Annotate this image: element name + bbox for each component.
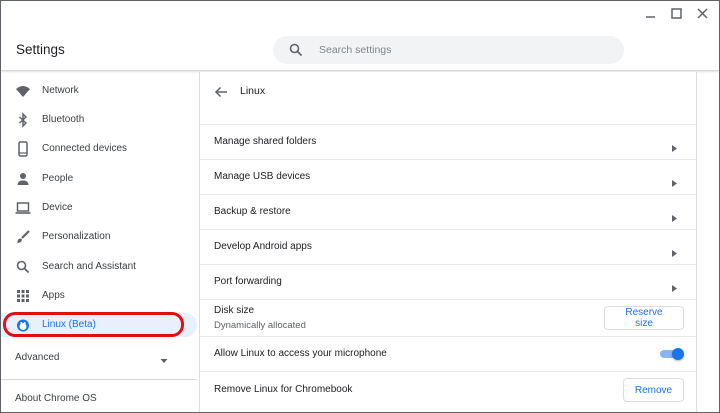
row-label: Port forwarding — [214, 276, 282, 287]
advanced-toggle[interactable]: Advanced — [1, 348, 197, 370]
sidebar-item-label: Bluetooth — [42, 114, 85, 125]
sidebar: Network Bluetooth Connected devices Peop… — [1, 72, 197, 412]
search-icon — [289, 43, 303, 57]
sidebar-item-label: Network — [42, 85, 79, 96]
sidebar-item-device[interactable]: Device — [1, 196, 197, 220]
row-manage-shared-folders[interactable]: Manage shared folders — [200, 124, 696, 159]
sidebar-item-connected-devices[interactable]: Connected devices — [1, 137, 197, 161]
arrow-right-icon — [672, 139, 678, 152]
row-develop-android-apps[interactable]: Develop Android apps — [200, 229, 696, 264]
row-disk-size: Disk size Dynamically allocated Reserve … — [200, 299, 696, 336]
minimize-icon[interactable] — [644, 7, 657, 20]
row-microphone: Allow Linux to access your microphone — [200, 336, 696, 371]
sidebar-divider — [1, 379, 197, 380]
arrow-right-icon — [672, 174, 678, 187]
app-title: Settings — [16, 42, 65, 57]
page-header: Linux — [200, 72, 698, 124]
sidebar-item-bluetooth[interactable]: Bluetooth — [1, 108, 197, 132]
reserve-size-button[interactable]: Reserve size — [604, 306, 684, 330]
laptop-icon — [15, 200, 31, 216]
microphone-label: Allow Linux to access your microphone — [214, 348, 387, 359]
row-port-forwarding[interactable]: Port forwarding — [200, 264, 696, 299]
brush-icon — [15, 229, 31, 245]
microphone-toggle[interactable] — [660, 348, 684, 360]
search-icon — [15, 259, 31, 275]
sidebar-item-people[interactable]: People — [1, 167, 197, 191]
row-remove-linux: Remove Linux for Chromebook Remove — [200, 371, 696, 409]
arrow-right-icon — [672, 244, 678, 257]
search-input[interactable] — [319, 41, 599, 59]
sidebar-item-label: Linux (Beta) — [42, 319, 96, 330]
row-label: Manage shared folders — [214, 136, 317, 147]
apps-grid-icon — [15, 288, 31, 304]
header: Settings — [1, 1, 719, 71]
sidebar-item-network[interactable]: Network — [1, 79, 197, 103]
sidebar-item-label: People — [42, 173, 74, 184]
sidebar-item-search-and-assistant[interactable]: Search and Assistant — [1, 255, 197, 279]
linux-penguin-icon — [15, 317, 31, 333]
sidebar-item-personalization[interactable]: Personalization — [1, 225, 197, 249]
sidebar-item-label: Personalization — [42, 231, 111, 242]
disk-size-label: Disk size — [214, 305, 255, 316]
page-title: Linux — [240, 85, 266, 97]
back-arrow-icon[interactable] — [214, 85, 228, 99]
sidebar-item-apps[interactable]: Apps — [1, 284, 197, 308]
maximize-icon[interactable] — [670, 7, 683, 20]
phone-icon — [15, 141, 31, 157]
row-manage-usb-devices[interactable]: Manage USB devices — [200, 159, 696, 194]
caret-down-icon — [159, 353, 169, 363]
close-icon[interactable] — [696, 7, 709, 20]
sidebar-item-about[interactable]: About Chrome OS — [15, 393, 97, 404]
row-backup-restore[interactable]: Backup & restore — [200, 194, 696, 229]
row-label: Manage USB devices — [214, 171, 311, 182]
toggle-knob — [672, 348, 684, 360]
sidebar-item-label: Connected devices — [42, 143, 128, 154]
sidebar-item-label: Device — [42, 202, 73, 213]
advanced-label: Advanced — [15, 352, 60, 363]
search-box[interactable] — [273, 36, 624, 64]
disk-size-sub: Dynamically allocated — [214, 320, 306, 331]
sidebar-item-label: Search and Assistant — [42, 261, 136, 272]
row-label: Develop Android apps — [214, 241, 312, 252]
linux-settings-card: Linux Manage shared folders Manage USB d… — [199, 72, 698, 412]
arrow-right-icon — [672, 279, 678, 292]
arrow-right-icon — [672, 209, 678, 222]
person-icon — [15, 171, 31, 187]
sidebar-item-linux-beta[interactable]: Linux (Beta) — [1, 313, 197, 337]
settings-window: Settings Network Bluetooth Connected d — [0, 0, 720, 413]
bluetooth-icon — [15, 112, 31, 128]
row-label: Backup & restore — [214, 206, 291, 217]
remove-button[interactable]: Remove — [623, 378, 684, 402]
window-controls — [644, 7, 709, 20]
wifi-icon — [15, 83, 31, 99]
sidebar-item-label: Apps — [42, 290, 65, 301]
remove-linux-label: Remove Linux for Chromebook — [214, 384, 353, 395]
